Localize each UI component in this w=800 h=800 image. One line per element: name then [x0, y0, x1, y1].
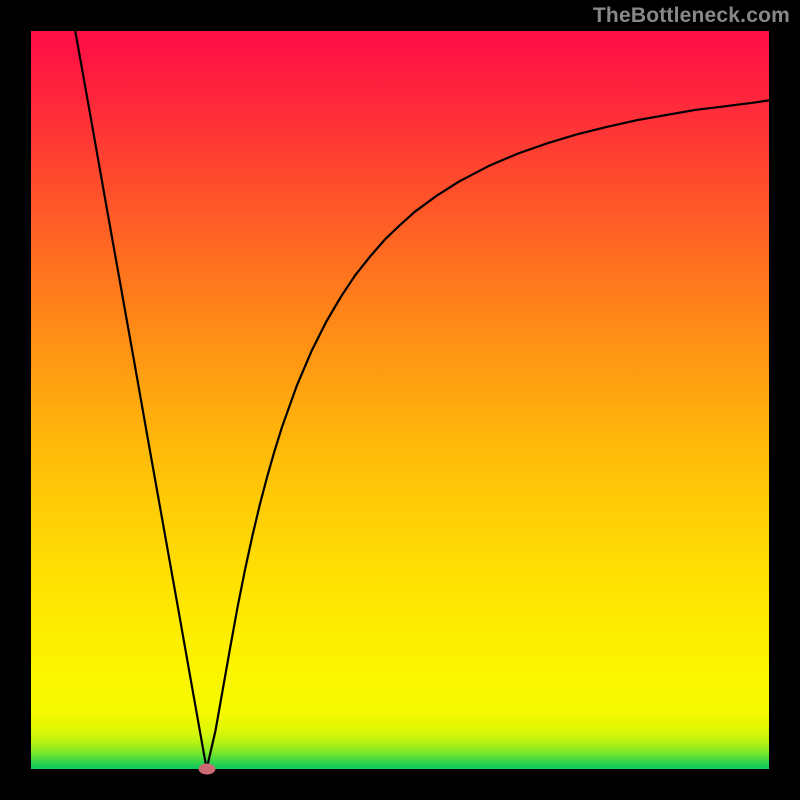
chart-frame: TheBottleneck.com [0, 0, 800, 800]
bottleneck-curve [75, 31, 769, 769]
plot-area [31, 31, 769, 769]
minimum-marker [198, 764, 215, 775]
curve-layer [31, 31, 769, 769]
watermark-text: TheBottleneck.com [593, 4, 790, 28]
